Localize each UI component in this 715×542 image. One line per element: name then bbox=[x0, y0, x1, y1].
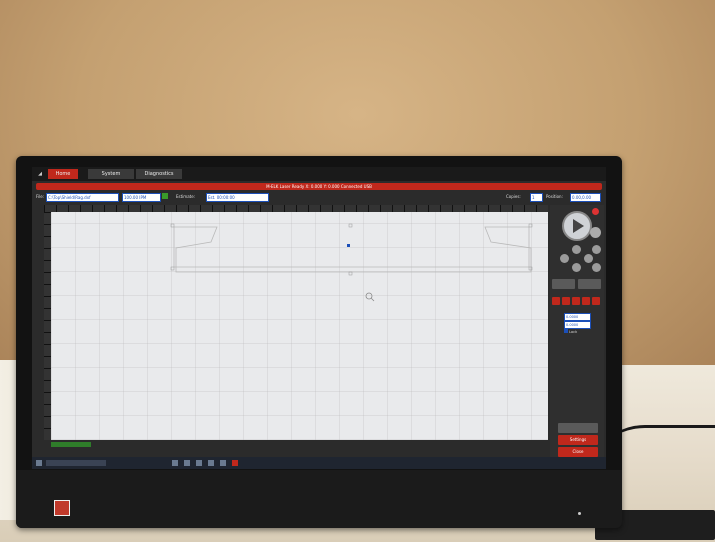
frame-button[interactable] bbox=[552, 279, 575, 289]
lock-checkbox-box[interactable] bbox=[564, 329, 568, 333]
copies-field[interactable]: 1 bbox=[530, 193, 543, 202]
app-logo-icon: ◢ bbox=[35, 169, 45, 179]
design-shape-layer bbox=[170, 223, 533, 302]
file-label: File: bbox=[36, 194, 45, 199]
jog-z-down-button[interactable] bbox=[592, 263, 601, 272]
taskbar-app-icon[interactable] bbox=[208, 460, 214, 466]
handle-tr[interactable] bbox=[528, 223, 533, 228]
taskbar-app-icon[interactable] bbox=[172, 460, 178, 466]
taskbar-app-icon[interactable] bbox=[232, 460, 238, 466]
handle-bottom-mid[interactable] bbox=[348, 271, 353, 276]
jog-up-button[interactable] bbox=[572, 245, 581, 254]
jog-z-up-button[interactable] bbox=[592, 245, 601, 254]
tool-button-1[interactable] bbox=[552, 297, 560, 305]
tab-home[interactable]: Home bbox=[48, 169, 78, 179]
y-coordinate-field[interactable]: 0.0000 bbox=[564, 321, 591, 329]
lock-checkbox[interactable]: Lock bbox=[564, 329, 577, 334]
tab-diagnostics[interactable]: Diagnostics bbox=[136, 169, 182, 179]
play-icon[interactable] bbox=[562, 211, 592, 241]
settings-button[interactable]: Settings bbox=[558, 435, 598, 445]
ruler-top bbox=[44, 205, 548, 212]
options-button[interactable] bbox=[558, 423, 598, 433]
estimate-field: Est. 00:00:00 bbox=[206, 193, 269, 202]
handle-bl[interactable] bbox=[170, 266, 175, 271]
position-label: Position: bbox=[546, 194, 563, 199]
handle-br[interactable] bbox=[528, 266, 533, 271]
close-button[interactable]: Close bbox=[558, 447, 598, 457]
jog-down-button[interactable] bbox=[572, 263, 581, 272]
taskbar-app-icon[interactable] bbox=[184, 460, 190, 466]
zoom-icon-handle bbox=[370, 297, 375, 302]
jog-right-button[interactable] bbox=[584, 254, 593, 263]
tab-system[interactable]: System bbox=[88, 169, 134, 179]
handle-tl[interactable] bbox=[170, 223, 175, 228]
design-canvas[interactable] bbox=[51, 212, 548, 440]
stop-icon[interactable] bbox=[592, 208, 599, 215]
screen: ◢ Home System Diagnostics M-ELK Laser Re… bbox=[32, 167, 606, 469]
taskbar-app-icon[interactable] bbox=[196, 460, 202, 466]
file-name-field[interactable]: C:\Top\Shield\Rag.dxf bbox=[46, 193, 119, 202]
tool-button-2[interactable] bbox=[562, 297, 570, 305]
tool-button-3[interactable] bbox=[572, 297, 580, 305]
tool-button-5[interactable] bbox=[592, 297, 600, 305]
progress-indicator bbox=[51, 442, 91, 447]
status-icon bbox=[162, 193, 168, 199]
file-row: File: C:\Top\Shield\Rag.dxf 100.00 IPM E… bbox=[36, 192, 602, 202]
copies-label: Copies: bbox=[506, 194, 521, 199]
taskbar-app-icon[interactable] bbox=[220, 460, 226, 466]
jog-pad-icon[interactable] bbox=[554, 245, 601, 275]
x-coordinate-field[interactable]: 0.0000 bbox=[564, 313, 591, 321]
speed-field[interactable]: 100.00 IPM bbox=[122, 193, 161, 202]
estimate-label: Estimate: bbox=[176, 194, 196, 199]
start-icon[interactable] bbox=[36, 460, 42, 466]
sticker-label bbox=[54, 500, 70, 516]
os-taskbar bbox=[32, 457, 606, 469]
search-box[interactable] bbox=[46, 460, 106, 466]
lock-checkbox-label: Lock bbox=[569, 330, 578, 334]
power-light bbox=[578, 512, 581, 515]
position-field[interactable]: 0.00,0.00 bbox=[570, 193, 601, 202]
cut-path-shape[interactable] bbox=[173, 226, 532, 273]
origin-marker bbox=[347, 244, 350, 247]
jog-left-button[interactable] bbox=[560, 254, 569, 263]
handle-mid[interactable] bbox=[348, 223, 353, 228]
tab-bar: ◢ Home System Diagnostics bbox=[32, 167, 606, 181]
home-button[interactable] bbox=[578, 279, 601, 289]
status-text: M-ELK Laser Ready X: 0.000 Y: 0.000 Conn… bbox=[266, 184, 372, 189]
ruler-left bbox=[44, 212, 51, 440]
tool-button-4[interactable] bbox=[582, 297, 590, 305]
monitor-chin bbox=[16, 470, 622, 528]
control-panel: 0.0000 0.0000 Lock Settings Close bbox=[550, 205, 604, 467]
pause-icon[interactable] bbox=[590, 227, 601, 238]
status-bar: M-ELK Laser Ready X: 0.000 Y: 0.000 Conn… bbox=[36, 183, 602, 190]
